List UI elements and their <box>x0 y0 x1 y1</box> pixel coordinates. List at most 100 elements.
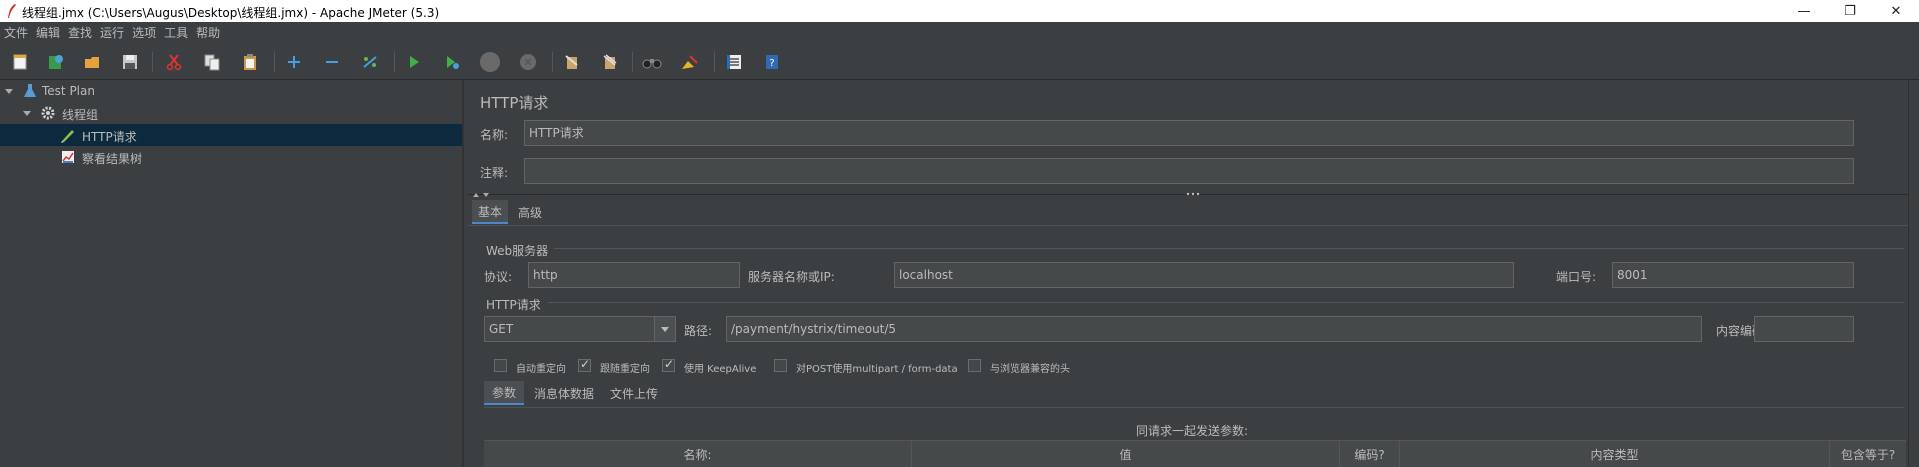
multipart-checkbox[interactable] <box>774 359 787 372</box>
minimize-button[interactable]: — <box>1781 0 1827 22</box>
toolbar-separator <box>274 52 275 72</box>
tab-advanced[interactable]: 高级 <box>512 200 548 224</box>
clear-button[interactable] <box>560 50 584 74</box>
tab-basic[interactable]: 基本 <box>472 200 508 224</box>
window-title: 线程组.jmx (C:\Users\Augus\Desktop\线程组.jmx)… <box>22 6 440 20</box>
tab-divider <box>484 407 1904 408</box>
chevron-down-icon[interactable] <box>22 108 32 118</box>
column-header-value[interactable]: 值 <box>912 441 1340 467</box>
protocol-field[interactable]: http <box>528 262 740 288</box>
paste-icon <box>244 54 256 70</box>
section-rule <box>548 302 1904 303</box>
shutdown-button[interactable] <box>516 50 540 74</box>
browser-headers-checkbox[interactable] <box>968 359 981 372</box>
tab-body-data[interactable]: 消息体数据 <box>528 381 600 405</box>
browser-headers-label: 与浏览器兼容的头 <box>990 364 1070 375</box>
collapse-icon <box>326 61 338 63</box>
menu-tools[interactable]: 工具 <box>164 24 188 41</box>
column-header-include-equals[interactable]: 包含等于? <box>1830 441 1906 467</box>
menu-edit[interactable]: 编辑 <box>36 24 60 41</box>
stop-button[interactable] <box>478 50 502 74</box>
column-header-label: 内容类型 <box>1590 448 1639 462</box>
path-field[interactable]: /payment/hystrix/timeout/5 <box>726 316 1702 342</box>
reset-search-button[interactable] <box>678 50 702 74</box>
search-icon <box>642 59 662 69</box>
toggle-button[interactable] <box>358 50 382 74</box>
column-header-encode[interactable]: 编码? <box>1340 441 1400 467</box>
start-icon <box>410 56 419 68</box>
open-button[interactable] <box>80 50 104 74</box>
pen-icon <box>61 130 74 143</box>
new-icon <box>13 54 27 70</box>
column-header-name[interactable]: 名称: <box>484 441 912 467</box>
svg-text:?: ? <box>769 58 774 69</box>
tree-label: HTTP请求 <box>82 130 137 144</box>
follow-redirects-label: 跟随重定向 <box>600 364 650 375</box>
tab-divider <box>468 225 1908 226</box>
menu-help[interactable]: 帮助 <box>196 24 220 41</box>
tree-node-http-request[interactable]: HTTP请求 <box>0 124 462 146</box>
start-no-pause-button[interactable] <box>440 50 464 74</box>
server-field[interactable]: localhost <box>894 262 1514 288</box>
new-button[interactable] <box>8 50 32 74</box>
drag-handle-icon[interactable] <box>1186 192 1200 196</box>
tree-node-thread-group[interactable]: 线程组 <box>0 102 462 124</box>
toolbar-separator <box>394 52 395 72</box>
http-request-section-title: HTTP请求 <box>486 298 541 312</box>
start-button[interactable] <box>402 50 426 74</box>
search-button[interactable] <box>640 50 664 74</box>
keepalive-checkbox[interactable] <box>662 357 675 372</box>
menu-options[interactable]: 选项 <box>132 24 156 41</box>
jmeter-feather-icon <box>8 4 16 18</box>
method-dropdown-button[interactable] <box>654 316 676 342</box>
save-button[interactable] <box>118 50 142 74</box>
menu-search[interactable]: 查找 <box>68 24 92 41</box>
method-select[interactable]: GET <box>484 316 676 342</box>
http-request-panel: HTTP请求 名称: HTTP请求 注释: 基本 高级 Web服务器 协议: h… <box>464 80 1919 467</box>
shutdown-icon <box>520 54 536 70</box>
tree-node-test-plan[interactable]: Test Plan <box>0 80 462 102</box>
collapse-arrows-icon[interactable] <box>472 191 492 199</box>
collapse-button[interactable] <box>320 50 344 74</box>
window-titlebar: 线程组.jmx (C:\Users\Augus\Desktop\线程组.jmx)… <box>0 0 1919 22</box>
vertical-scrollbar[interactable] <box>1908 80 1919 467</box>
expand-button[interactable] <box>282 50 306 74</box>
protocol-label: 协议: <box>484 270 513 284</box>
test-plan-tree: Test Plan 线程组 HTTP请求 察看结果树 <box>0 80 462 467</box>
tab-files-upload[interactable]: 文件上传 <box>604 381 664 405</box>
function-helper-icon <box>727 55 741 69</box>
maximize-icon: ❐ <box>1844 3 1856 19</box>
web-server-section-title: Web服务器 <box>486 244 549 258</box>
port-label: 端口号: <box>1556 270 1597 284</box>
function-helper-button[interactable] <box>722 50 746 74</box>
content-encoding-field[interactable] <box>1754 316 1854 342</box>
maximize-button[interactable]: ❐ <box>1827 0 1873 22</box>
keepalive-label: 使用 KeepAlive <box>684 364 757 375</box>
menu-run[interactable]: 运行 <box>100 24 124 41</box>
open-icon <box>85 57 99 68</box>
name-field[interactable]: HTTP请求 <box>524 120 1854 146</box>
tab-parameters[interactable]: 参数 <box>484 381 524 405</box>
help-button[interactable]: ? <box>760 50 784 74</box>
tab-label: 消息体数据 <box>533 386 594 401</box>
close-button[interactable]: ✕ <box>1873 0 1919 22</box>
follow-redirects-checkbox[interactable] <box>578 357 591 372</box>
chevron-down-icon[interactable] <box>4 86 14 96</box>
column-header-content-type[interactable]: 内容类型 <box>1400 441 1830 467</box>
parameters-table: 名称: 值 编码? 内容类型 包含等于? <box>484 440 1906 467</box>
port-field[interactable]: 8001 <box>1612 262 1854 288</box>
cut-button[interactable] <box>162 50 186 74</box>
menu-bar: 文件 编辑 查找 运行 选项 工具 帮助 <box>0 22 1919 42</box>
help-icon: ? <box>766 55 778 69</box>
copy-button[interactable] <box>200 50 224 74</box>
tab-label: 高级 <box>517 205 542 220</box>
templates-button[interactable] <box>44 50 68 74</box>
paste-button[interactable] <box>238 50 262 74</box>
close-icon: ✕ <box>1890 3 1902 19</box>
comment-field[interactable] <box>524 158 1854 184</box>
tree-node-results-tree[interactable]: 察看结果树 <box>0 146 462 168</box>
params-caption: 同请求一起发送参数: <box>1136 424 1249 438</box>
clear-all-button[interactable] <box>598 50 622 74</box>
auto-redirect-checkbox[interactable] <box>494 359 507 372</box>
menu-file[interactable]: 文件 <box>4 24 28 41</box>
